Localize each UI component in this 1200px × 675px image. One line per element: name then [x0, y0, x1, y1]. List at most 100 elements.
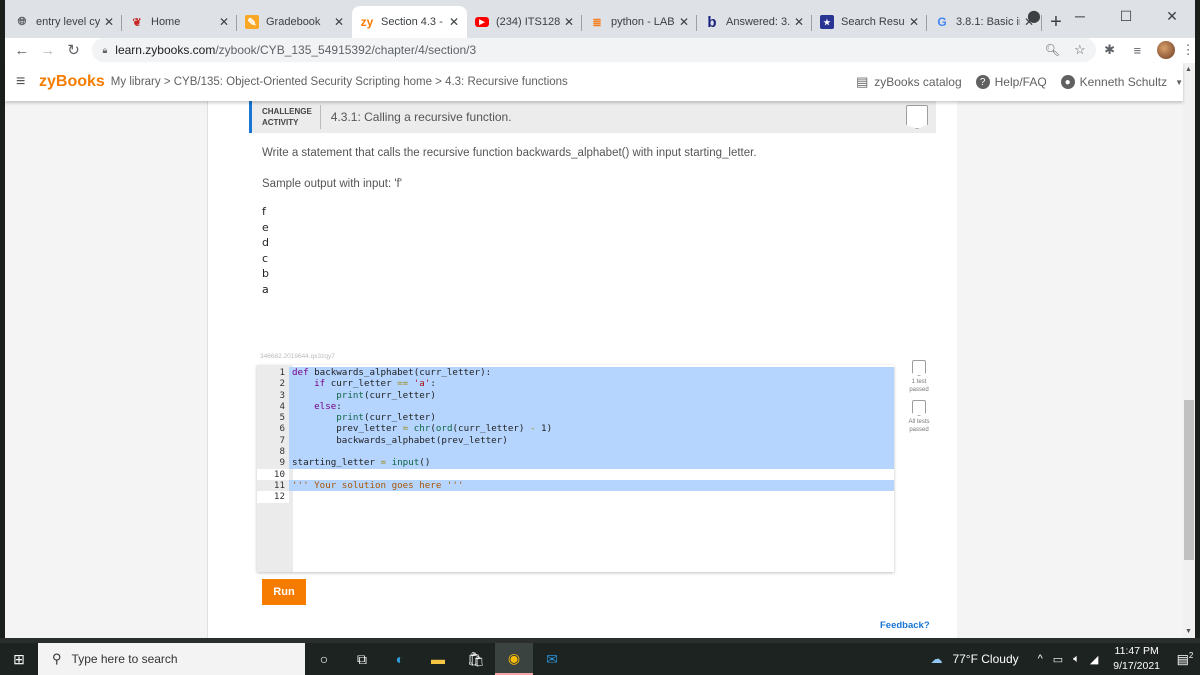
code-text[interactable] [289, 491, 894, 502]
close-tab-icon[interactable]: ✕ [334, 15, 344, 29]
line-number: 4 [257, 400, 289, 413]
code-line[interactable]: 11 ''' Your solution goes here ''' [257, 479, 894, 492]
breadcrumb[interactable]: My library > CYB/135: Object-Oriented Se… [111, 76, 568, 88]
tab-python-lab[interactable]: ≣ python - LAB: ✕ [582, 6, 697, 38]
instructions: Write a statement that calls the recursi… [262, 147, 757, 159]
code-text[interactable]: backwards_alphabet(prev_letter) [289, 434, 894, 447]
mail-icon[interactable]: ✉ [533, 643, 571, 675]
battery-icon[interactable]: ▭ [1053, 653, 1063, 666]
forward-button[interactable]: → [35, 42, 61, 59]
store-icon[interactable]: 🛍︎ [457, 643, 495, 675]
code-text[interactable]: def backwards_alphabet(curr_letter): [289, 367, 894, 379]
tab-search-results[interactable]: ★Search Results✕ [812, 6, 927, 38]
code-line[interactable]: 7 backwards_alphabet(prev_letter) [257, 434, 894, 447]
tab-answered[interactable]: b Answered: 3.1 ✕ [697, 6, 812, 38]
test-shield-icon [912, 360, 926, 376]
close-tab-icon[interactable]: ✕ [219, 15, 229, 29]
hamburger-menu-icon[interactable]: ≡ [16, 73, 30, 91]
tab-home[interactable]: ❦ Home ✕ [122, 6, 237, 38]
code-line[interactable]: 3 print(curr_letter) [257, 389, 894, 401]
code-text[interactable]: starting_letter = input() [289, 457, 894, 469]
weather-icon[interactable]: ☁ [930, 652, 942, 666]
code-line[interactable]: 12 [257, 491, 894, 503]
scroll-up-arrow[interactable]: ▲ [1185, 66, 1192, 73]
code-text[interactable] [289, 469, 894, 480]
code-editor[interactable]: 1 def backwards_alphabet(curr_letter): 2 i… [257, 365, 894, 572]
edge-icon[interactable]: ◐ [381, 643, 419, 675]
tab-section-4-3[interactable]: zySection 4.3 - C✕ [352, 6, 467, 38]
chrome-icon[interactable]: ◉ [495, 643, 533, 675]
scrollbar-thumb[interactable] [1184, 400, 1194, 560]
taskbar-search[interactable]: ⚲ Type here to search [38, 643, 305, 675]
line-number: 1 [257, 367, 289, 379]
tab-youtube[interactable]: ▶(234) ITS128 F✕ [467, 6, 582, 38]
zybooks-header: ≡ zyBooks My library > CYB/135: Object-O… [5, 63, 1183, 101]
close-tab-icon[interactable]: ✕ [794, 15, 804, 29]
youtube-icon: ▶ [475, 17, 489, 27]
wifi-icon[interactable]: ◢ [1090, 653, 1098, 666]
clock[interactable]: 11:47 PM 9/17/2021 [1113, 644, 1160, 674]
task-view-icon[interactable]: ⧉ [343, 643, 381, 675]
code-text[interactable]: print(curr_letter) [289, 412, 894, 424]
catalog-icon: ▤ [856, 74, 869, 89]
code-line[interactable]: 6 prev_letter = chr(ord(curr_letter) - 1… [257, 423, 894, 435]
globe-icon: 🌐︎ [17, 15, 27, 28]
code-line[interactable]: 8 [257, 446, 894, 458]
code-line[interactable]: 9 starting_letter = input() [257, 457, 894, 469]
weather-text[interactable]: 77°F Cloudy [952, 652, 1018, 666]
run-button[interactable]: Run [262, 579, 306, 605]
activity-identifier: 346682.2019644.qx3zqy7 [260, 353, 335, 360]
file-explorer-icon[interactable]: ▬ [419, 643, 457, 675]
scroll-down-arrow[interactable]: ▼ [1185, 628, 1192, 635]
profile-avatar[interactable] [1157, 41, 1176, 59]
close-tab-icon[interactable]: ✕ [564, 15, 574, 29]
tab-strip: 🌐︎ entry level cyb ✕ ❦ Home ✕ ✎ Gradebook ✕ zy… [5, 0, 1195, 38]
line-number: 12 [257, 491, 289, 503]
address-bar[interactable]: 🔒︎ learn.zybooks.com/zybook/CYB_135_5491… [92, 38, 1096, 62]
code-text[interactable]: ''' Your solution goes here ''' [289, 479, 894, 492]
help-link[interactable]: ? Help/FAQ [975, 75, 1047, 89]
maximize-button[interactable]: ☐ [1103, 8, 1149, 25]
more-menu-icon[interactable]: ⋮ [1181, 42, 1195, 58]
user-menu[interactable]: ● Kenneth Schultz ▼ [1060, 75, 1183, 89]
lock-icon: 🔒︎ [102, 44, 108, 55]
zoom-icon[interactable]: 🔍︎ [1045, 43, 1060, 57]
code-line[interactable]: 5 print(curr_letter) [257, 412, 894, 424]
tab-gradebook[interactable]: ✎ Gradebook ✕ [237, 6, 352, 38]
code-line[interactable]: 1 def backwards_alphabet(curr_letter): [257, 367, 894, 379]
code-text[interactable]: if curr_letter == 'a': [289, 378, 894, 390]
close-tab-icon[interactable]: ✕ [104, 15, 114, 29]
code-text[interactable] [289, 446, 894, 458]
tab-search-icon[interactable]: ⬤ [1011, 9, 1057, 23]
extensions-icon[interactable]: ✱ [1096, 42, 1124, 58]
close-tab-icon[interactable]: ✕ [679, 15, 689, 29]
completion-shield-icon [906, 105, 928, 129]
code-text[interactable]: print(curr_letter) [289, 389, 894, 401]
code-text[interactable]: prev_letter = chr(ord(curr_letter) - 1) [289, 423, 894, 435]
test-1: 1 test passed [902, 360, 936, 394]
activity-title: 4.3.1: Calling a recursive function. [330, 109, 512, 124]
reading-list-icon[interactable]: ≡ [1123, 43, 1151, 58]
code-line[interactable]: 10 [257, 468, 894, 480]
tab-entry-level[interactable]: 🌐︎ entry level cyb ✕ [7, 6, 122, 38]
bookmark-star-icon[interactable]: ☆ [1074, 42, 1086, 58]
close-tab-icon[interactable]: ✕ [449, 15, 459, 29]
show-hidden-icons[interactable]: ^ [1038, 653, 1043, 665]
back-button[interactable]: ← [9, 42, 35, 59]
page-scrollbar[interactable]: ▲ ▼ [1183, 63, 1195, 638]
cortana-icon[interactable]: ○ [305, 643, 343, 675]
minimize-button[interactable]: ─ [1057, 8, 1103, 24]
notifications-icon[interactable]: ▤2 [1170, 651, 1200, 667]
feedback-link[interactable]: Feedback? [880, 620, 930, 631]
close-tab-icon[interactable]: ✕ [909, 15, 919, 29]
code-line[interactable]: 2 if curr_letter == 'a': [257, 378, 894, 390]
volume-icon[interactable]: 🔈︎ [1073, 653, 1080, 666]
zybooks-logo[interactable]: zyBooks [39, 73, 105, 91]
code-text[interactable]: else: [289, 400, 894, 413]
code-line[interactable]: 4 else: [257, 400, 894, 413]
reload-button[interactable]: ↻ [61, 41, 87, 59]
line-number: 6 [257, 423, 289, 435]
windows-start-icon[interactable]: ⊞ [0, 651, 38, 668]
catalog-link[interactable]: ▤ zyBooks catalog [855, 74, 962, 89]
close-window-button[interactable]: ✕ [1149, 8, 1195, 25]
